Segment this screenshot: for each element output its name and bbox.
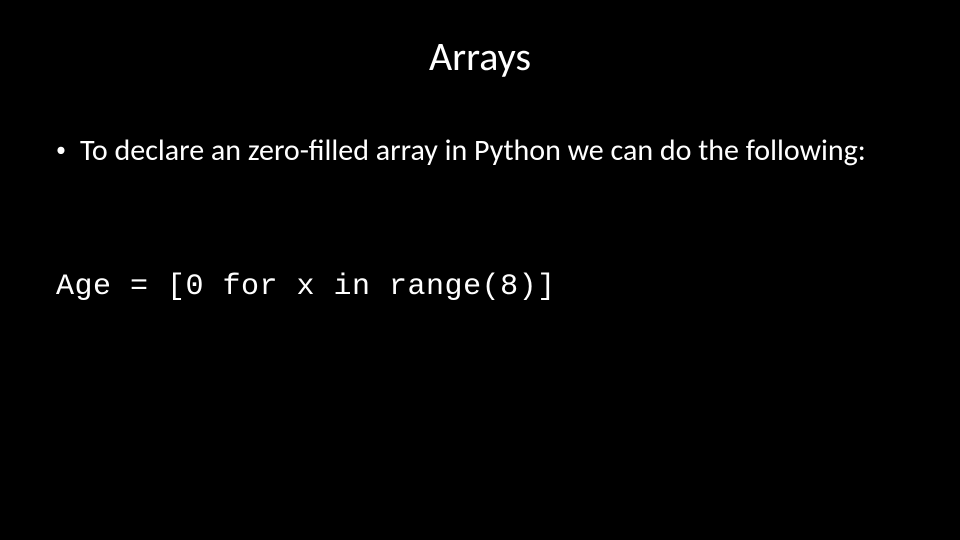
bullet-item: • To declare an zero-filled array in Pyt… (56, 131, 920, 170)
bullet-text: To declare an zero-filled array in Pytho… (80, 131, 920, 170)
bullet-list: • To declare an zero-filled array in Pyt… (56, 131, 920, 170)
bullet-marker: • (56, 137, 66, 163)
code-block: Age = [0 for x in range(8)] (56, 270, 920, 304)
slide-container: Arrays • To declare an zero-filled array… (0, 0, 960, 540)
slide-title: Arrays (40, 32, 920, 81)
